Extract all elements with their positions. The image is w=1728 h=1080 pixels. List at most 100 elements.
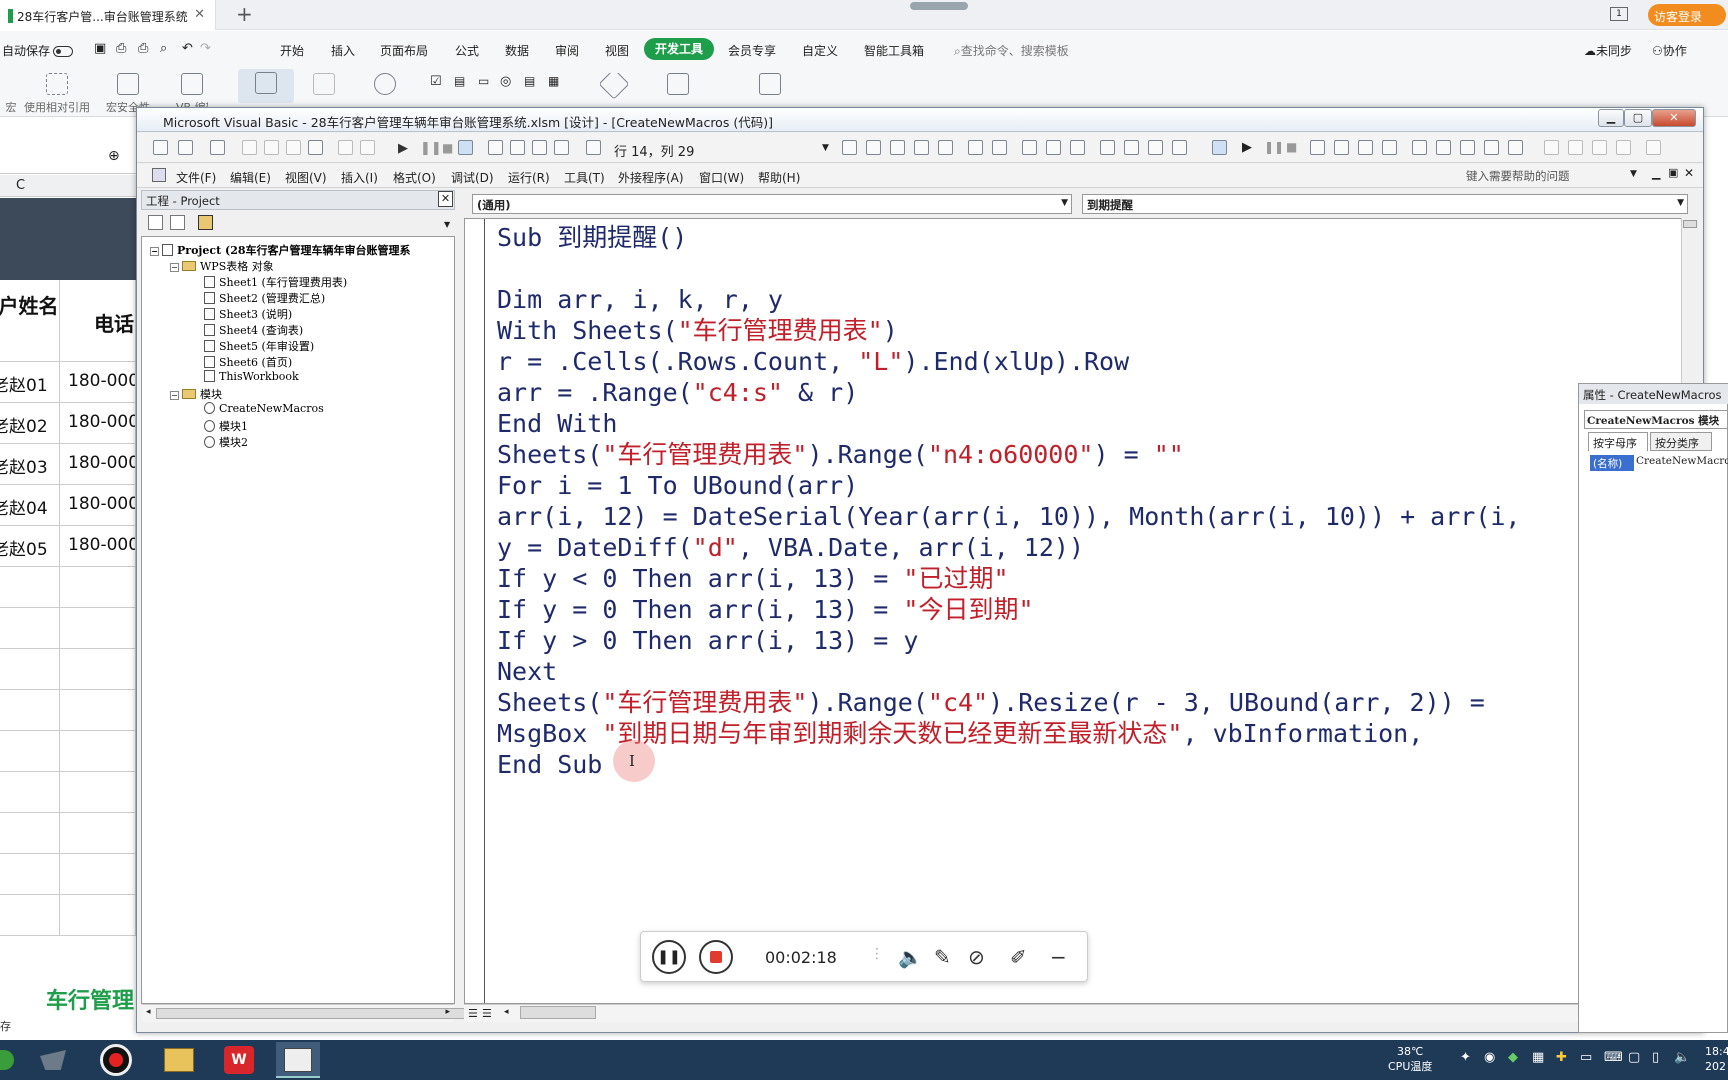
- code-line[interactable]: End With: [497, 408, 1521, 439]
- tree-sheet2[interactable]: Sheet2 (管理费汇总): [204, 290, 325, 306]
- object-browser-icon[interactable]: [532, 140, 547, 155]
- toggle-breakpoint-icon[interactable]: [1310, 140, 1325, 155]
- vba-menu-tools[interactable]: 工具(T): [564, 169, 605, 186]
- tree-sheet3[interactable]: Sheet3 (说明): [204, 306, 292, 322]
- break-icon[interactable]: ❚❚: [1264, 140, 1284, 154]
- locals-window-icon[interactable]: [1412, 140, 1427, 155]
- cpu-temperature[interactable]: 38℃ CPU温度: [1388, 1044, 1432, 1074]
- button-control-icon[interactable]: ▭: [478, 74, 489, 88]
- size-icon[interactable]: [1646, 140, 1661, 155]
- tab-pin-icon[interactable]: ▭: [176, 6, 187, 20]
- wps-document-tab[interactable]: 28车行客户管...审台账管理系统 ▭ ✕: [0, 0, 216, 30]
- menu-formula[interactable]: 公式: [455, 42, 479, 59]
- zoom-icon[interactable]: ⊕: [108, 148, 120, 164]
- cell-empty[interactable]: [60, 813, 136, 854]
- outdent-icon[interactable]: [992, 140, 1007, 155]
- cell-empty[interactable]: [0, 649, 60, 690]
- ribbon-com-addins[interactable]: [664, 73, 692, 99]
- indent-icon[interactable]: [968, 140, 983, 155]
- cut-icon[interactable]: [242, 140, 257, 155]
- scroll-right-icon[interactable]: ▸: [445, 1007, 450, 1017]
- tray-display-icon[interactable]: ▭: [1580, 1050, 1592, 1065]
- tray-plus-icon[interactable]: ✚: [1556, 1050, 1567, 1065]
- code-line[interactable]: r = .Cells(.Rows.Count, "L").End(xlUp).R…: [497, 346, 1521, 377]
- tray-window-icon[interactable]: ▢: [1628, 1050, 1640, 1065]
- tree-project-root[interactable]: − Project (28车行客户管理车辆年审台账管理系: [150, 242, 411, 258]
- volume-icon[interactable]: 🔈: [1674, 1050, 1690, 1065]
- child-restore-icon[interactable]: ▣: [1668, 166, 1678, 179]
- help-question-input[interactable]: 键入需要帮助的问题: [1466, 168, 1570, 184]
- code-lines[interactable]: Sub 到期提醒() Dim arr, i, k, r, y With Sheets…: [497, 222, 1521, 780]
- print-preview-icon[interactable]: ⎙: [116, 41, 126, 56]
- name-box-area[interactable]: ⊕: [0, 144, 136, 174]
- menu-developer-tools[interactable]: 开发工具: [644, 38, 714, 60]
- vba-menu-run[interactable]: 运行(R): [508, 169, 550, 186]
- cell-empty[interactable]: [0, 690, 60, 731]
- immediate-window-icon[interactable]: [1436, 140, 1451, 155]
- code-line[interactable]: If y > 0 Then arr(i, 13) = y: [497, 625, 1521, 656]
- uncomment-block-icon[interactable]: [1070, 140, 1085, 155]
- collapse-icon[interactable]: −: [170, 391, 179, 400]
- tray-circle-icon[interactable]: ◉: [1484, 1050, 1495, 1065]
- microphone-icon[interactable]: ✎: [934, 945, 951, 969]
- tree-sheet6[interactable]: Sheet6 (首页): [204, 354, 292, 370]
- menu-page-layout[interactable]: 页面布局: [380, 42, 428, 59]
- cell-empty[interactable]: [0, 608, 60, 649]
- tree-module-2[interactable]: 模块2: [204, 434, 248, 450]
- print-icon[interactable]: ⎙: [138, 41, 148, 56]
- procedure-combo[interactable]: 到期提醒 ▼: [1082, 194, 1688, 214]
- vba-maximize-button[interactable]: ▢: [1624, 109, 1652, 127]
- ribbon-design-mode[interactable]: [312, 73, 336, 99]
- vba-menu-edit[interactable]: 编辑(E): [230, 169, 271, 186]
- menu-smart-toolbox[interactable]: 智能工具箱: [864, 42, 924, 59]
- vba-menu-view[interactable]: 视图(V): [285, 169, 327, 186]
- cell-phone-4[interactable]: 180-000: [60, 485, 136, 526]
- code-line[interactable]: arr = .Range("c4:s" & r): [497, 377, 1521, 408]
- paste-icon[interactable]: [286, 140, 301, 155]
- help-dropdown-icon[interactable]: ▼: [1630, 169, 1637, 179]
- vba-menu-file[interactable]: 文件(F): [176, 169, 216, 186]
- prev-bookmark-icon[interactable]: [1148, 140, 1163, 155]
- ribbon-js-env[interactable]: [756, 73, 784, 99]
- code-line[interactable]: Sheets("车行管理费用表").Range("n4:o60000") = "…: [497, 439, 1521, 470]
- menu-view[interactable]: 视图: [605, 42, 629, 59]
- code-line[interactable]: MsgBox "到期日期与年审到期剩余天数已经更新至最新状态", vbInfor…: [497, 718, 1521, 749]
- object-combo[interactable]: (通用) ▼: [472, 194, 1072, 214]
- menu-custom[interactable]: 自定义: [802, 42, 838, 59]
- annotate-pen-icon[interactable]: ✐: [1010, 945, 1027, 969]
- cell-empty[interactable]: [0, 731, 60, 772]
- cell-empty[interactable]: [0, 567, 60, 608]
- toggle-breakpoint-icon[interactable]: [1022, 140, 1037, 155]
- comment-block-icon[interactable]: [1046, 140, 1061, 155]
- ribbon-vb-editor-active[interactable]: [238, 69, 294, 103]
- cell-empty[interactable]: [0, 772, 60, 813]
- speaker-icon[interactable]: 🔈: [898, 945, 923, 969]
- tree-sheet1[interactable]: Sheet1 (车行管理费用表): [204, 274, 347, 290]
- tray-keyboard-icon[interactable]: ⌨: [1604, 1050, 1623, 1065]
- dropdown-arrow-icon[interactable]: ▼: [1061, 198, 1068, 208]
- taskbar-explorer[interactable]: [158, 1042, 202, 1078]
- menu-insert[interactable]: 插入: [331, 42, 355, 59]
- redo-icon[interactable]: [360, 140, 375, 155]
- tab-alphabetic[interactable]: 按字母序: [1588, 432, 1648, 451]
- code-line[interactable]: [497, 253, 1521, 284]
- tree-sheet5[interactable]: Sheet5 (年审设置): [204, 338, 314, 354]
- cell-empty[interactable]: [60, 690, 136, 731]
- preview-icon[interactable]: ⌕: [160, 41, 167, 56]
- design-mode-icon[interactable]: [1212, 140, 1227, 155]
- recorder-pause-button[interactable]: ❚❚: [652, 940, 686, 974]
- tree-modules-folder[interactable]: − 模块: [170, 386, 222, 402]
- userform-icon[interactable]: [1544, 140, 1559, 155]
- vba-menu-debug[interactable]: 调试(D): [451, 169, 494, 186]
- child-minimize-icon[interactable]: ▁: [1652, 167, 1660, 180]
- taskbar-vba[interactable]: [276, 1042, 320, 1078]
- cell-name-1[interactable]: 老赵01: [0, 362, 60, 403]
- properties-window-icon[interactable]: [510, 140, 525, 155]
- dropdown-arrow-icon[interactable]: ▼: [1677, 198, 1684, 208]
- code-horizontal-scrollbar[interactable]: ☰ ☰ ◂: [464, 1004, 1689, 1022]
- taskbar-wps[interactable]: W: [218, 1042, 262, 1078]
- quick-watch-icon[interactable]: [1484, 140, 1499, 155]
- ribbon-addins[interactable]: [600, 73, 628, 99]
- scroll-left-icon[interactable]: ◂: [146, 1007, 151, 1017]
- next-bookmark-icon[interactable]: [1124, 140, 1139, 155]
